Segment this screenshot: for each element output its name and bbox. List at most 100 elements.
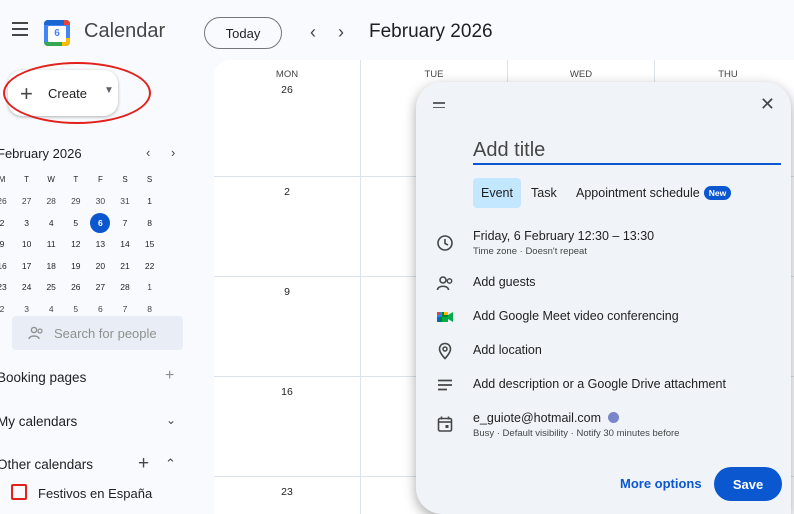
previous-period-icon[interactable]: ‹ bbox=[303, 22, 323, 43]
search-people-field[interactable]: Search for people bbox=[12, 316, 183, 350]
add-booking-page-icon[interactable]: + bbox=[165, 367, 174, 385]
chevron-down-icon[interactable]: ⌄ bbox=[166, 413, 176, 427]
day-of-week-header: MON bbox=[275, 69, 299, 80]
mini-calendar-day[interactable]: 30 bbox=[88, 191, 112, 211]
mini-calendar-day[interactable]: 15 bbox=[138, 234, 162, 254]
mini-calendar-weekday: S bbox=[122, 175, 128, 184]
mini-calendar-day[interactable]: 22 bbox=[138, 256, 162, 276]
mini-calendar-day[interactable]: 10 bbox=[15, 234, 39, 254]
mini-calendar-month: February 2026 bbox=[0, 146, 82, 161]
mini-calendar-day[interactable]: 25 bbox=[39, 277, 63, 297]
mini-calendar-day[interactable]: 4 bbox=[39, 213, 63, 233]
mini-prev-month-icon[interactable]: ‹ bbox=[146, 145, 150, 160]
mini-calendar-day[interactable]: 5 bbox=[64, 213, 88, 233]
grid-day-number[interactable]: 26 bbox=[214, 84, 360, 96]
create-button[interactable]: + Create ▼ bbox=[8, 70, 118, 116]
other-calendars-label: Other calendars bbox=[0, 457, 94, 472]
save-button[interactable]: Save bbox=[714, 467, 782, 501]
day-of-week-header: THU bbox=[718, 69, 738, 80]
mini-calendar-day[interactable]: 27 bbox=[88, 277, 112, 297]
day-of-week-header: TUE bbox=[424, 69, 444, 80]
my-calendars-label: My calendars bbox=[0, 414, 78, 429]
tab-appointment-schedule[interactable]: Appointment schedule New bbox=[576, 178, 732, 208]
main-menu-icon[interactable] bbox=[12, 22, 28, 36]
mini-calendar-day[interactable]: 24 bbox=[15, 277, 39, 297]
event-timezone-repeat[interactable]: Time zone · Doesn't repeat bbox=[473, 246, 587, 257]
calendar-logo-icon: 6 bbox=[44, 20, 70, 46]
mini-calendar-day[interactable]: 16 bbox=[0, 256, 14, 276]
mini-calendar-day[interactable]: 26 bbox=[0, 191, 14, 211]
mini-calendar-day[interactable]: 9 bbox=[0, 234, 14, 254]
description-icon bbox=[438, 379, 452, 391]
calendar-checkbox[interactable] bbox=[11, 484, 27, 500]
add-google-meet-button[interactable]: Add Google Meet video conferencing bbox=[473, 309, 679, 323]
mini-calendar-day[interactable]: 6 bbox=[88, 212, 112, 233]
mini-calendar-day[interactable]: 28 bbox=[39, 191, 63, 211]
add-other-calendar-icon[interactable]: + bbox=[138, 453, 149, 475]
my-calendars-row[interactable]: My calendars ⌄ bbox=[0, 413, 187, 429]
mini-calendar-day[interactable]: 7 bbox=[113, 213, 137, 233]
booking-pages-row[interactable]: Booking pages + bbox=[0, 367, 187, 385]
grid-day-number[interactable]: 23 bbox=[214, 486, 360, 498]
guests-icon bbox=[436, 276, 453, 291]
add-guests-button[interactable]: Add guests bbox=[473, 275, 536, 289]
mini-calendar-weekday: M bbox=[0, 175, 6, 184]
search-people-placeholder: Search for people bbox=[54, 326, 157, 341]
plus-icon: + bbox=[20, 81, 33, 106]
mini-calendar-day[interactable]: 2 bbox=[0, 213, 14, 233]
more-options-button[interactable]: More options bbox=[620, 476, 702, 491]
calendar-color-dot[interactable] bbox=[608, 412, 620, 423]
create-label: Create bbox=[48, 86, 88, 101]
mini-calendar-day[interactable]: 19 bbox=[64, 256, 88, 276]
calendar-name-festivos[interactable]: Festivos en España bbox=[38, 486, 152, 501]
event-datetime[interactable]: Friday, 6 February 12:30 – 13:30 bbox=[473, 229, 654, 243]
mini-calendar-day[interactable]: 14 bbox=[113, 234, 137, 254]
add-location-button[interactable]: Add location bbox=[473, 343, 542, 357]
mini-calendar-day[interactable]: 23 bbox=[0, 277, 14, 297]
grid-day-number[interactable]: 16 bbox=[214, 386, 360, 398]
tab-event[interactable]: Event bbox=[473, 178, 521, 208]
top-bar: 6 Calendar Today ‹ › February 2026 bbox=[0, 0, 794, 62]
mini-calendar-day[interactable]: 29 bbox=[64, 191, 88, 211]
mini-calendar-day[interactable]: 26 bbox=[64, 277, 88, 297]
chevron-up-icon[interactable]: ⌃ bbox=[165, 456, 176, 472]
mini-calendar-day[interactable]: 1 bbox=[138, 277, 162, 297]
people-icon bbox=[28, 326, 43, 340]
mini-calendar-day[interactable]: 18 bbox=[39, 256, 63, 276]
next-period-icon[interactable]: › bbox=[331, 22, 351, 43]
google-meet-icon bbox=[437, 312, 453, 322]
mini-calendar-day[interactable]: 1 bbox=[138, 191, 162, 211]
mini-calendar-day[interactable]: 28 bbox=[113, 277, 137, 297]
mini-next-month-icon[interactable]: › bbox=[171, 145, 175, 160]
event-title-input[interactable] bbox=[473, 137, 781, 165]
tab-task[interactable]: Task bbox=[531, 178, 557, 208]
close-icon[interactable]: ✕ bbox=[760, 94, 775, 115]
mini-calendar-day[interactable]: 20 bbox=[88, 256, 112, 276]
calendar-owner-selector[interactable]: e_guiote@hotmail.com bbox=[473, 411, 620, 425]
today-button[interactable]: Today bbox=[204, 17, 282, 49]
mini-calendar-day[interactable]: 3 bbox=[15, 213, 39, 233]
calendar-visibility-details[interactable]: Busy · Default visibility · Notify 30 mi… bbox=[473, 428, 679, 439]
app-title: Calendar bbox=[84, 20, 166, 42]
mini-calendar-weekday: T bbox=[24, 175, 30, 184]
selected-day-marker: 6 bbox=[90, 212, 111, 233]
add-description-button[interactable]: Add description or a Google Drive attach… bbox=[473, 377, 726, 391]
mini-calendar-weekday: S bbox=[146, 175, 153, 184]
mini-calendar-weekday: F bbox=[97, 175, 103, 184]
mini-calendar-day[interactable]: 12 bbox=[64, 234, 88, 254]
mini-calendar-header: February 2026 ‹ › bbox=[0, 145, 190, 162]
grid-day-number[interactable]: 2 bbox=[214, 186, 360, 198]
mini-calendar-day[interactable]: 11 bbox=[39, 234, 63, 254]
mini-calendar-day[interactable]: 31 bbox=[113, 191, 137, 211]
mini-calendar-day[interactable]: 13 bbox=[88, 234, 112, 254]
mini-calendar-day[interactable]: 17 bbox=[15, 256, 39, 276]
drag-handle-icon[interactable] bbox=[433, 102, 445, 111]
mini-calendar-day[interactable]: 27 bbox=[15, 191, 39, 211]
appointment-schedule-label: Appointment schedule bbox=[576, 186, 700, 200]
grid-day-number[interactable]: 9 bbox=[214, 286, 360, 298]
mini-calendar-day[interactable]: 21 bbox=[113, 256, 137, 276]
mini-calendar-day[interactable]: 2 bbox=[0, 299, 14, 319]
mini-calendar-day[interactable]: 8 bbox=[138, 213, 162, 233]
calendar-icon bbox=[437, 416, 453, 432]
other-calendars-row[interactable]: Other calendars + ⌃ bbox=[0, 453, 187, 474]
